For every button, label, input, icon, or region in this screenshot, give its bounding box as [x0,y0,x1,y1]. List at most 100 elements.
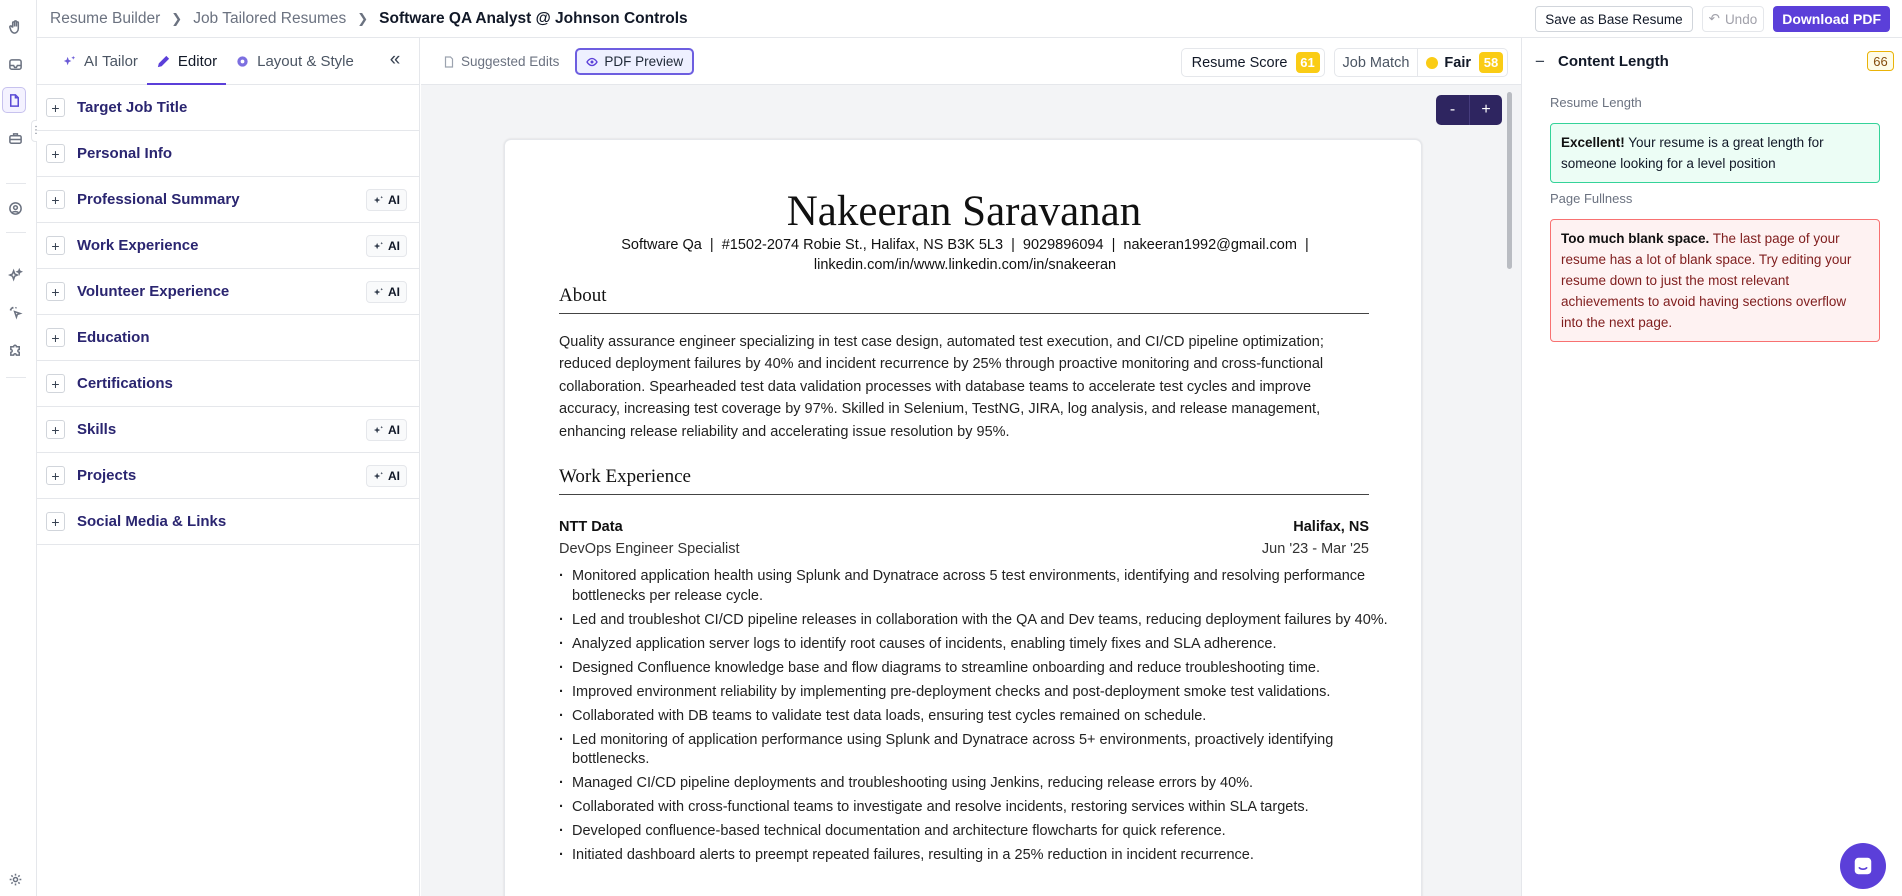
section-row[interactable]: + Target Job Title [37,85,419,131]
tab-suggested-edits[interactable]: Suggested Edits [433,48,569,75]
plus-icon[interactable]: + [46,466,65,485]
content-length-title: Content Length [1558,53,1669,70]
section-row[interactable]: + Professional Summary AI [37,177,419,223]
tab-layout-style[interactable]: Layout & Style [226,38,363,84]
job-subheader-row: DevOps Engineer Specialist Jun '23 - Mar… [559,541,1369,557]
work-heading: Work Experience [559,466,1369,495]
tab-label: Suggested Edits [461,54,560,69]
puzzle-icon[interactable] [4,338,26,360]
app-rail: ⋮ [0,0,41,896]
job-location: Halifax, NS [1293,519,1369,535]
undo-button[interactable]: ↶ Undo [1701,6,1765,32]
plus-icon[interactable]: + [46,144,65,163]
document-icon [444,55,454,68]
tab-editor[interactable]: Editor [146,38,227,85]
job-header-row: NTT Data Halifax, NS [559,519,1369,535]
card-title: Excellent! [1561,135,1625,150]
section-row[interactable]: + Skills AI [37,407,419,453]
plus-icon[interactable]: + [46,374,65,393]
contact-line: Software Qa | #1502-2074 Robie St., Hali… [621,237,1309,253]
status-dot [1426,56,1439,69]
tab-ai-tailor[interactable]: AI Tailor [53,38,147,84]
section-row[interactable]: + Social Media & Links [37,499,419,545]
pencil-icon [157,55,170,67]
content-length-panel: − Content Length 66 Resume Length Excell… [1521,38,1902,896]
undo-label: Undo [1724,11,1758,27]
resume-score-badge: 61 [1295,52,1320,73]
avatar-icon[interactable] [4,197,26,219]
job-match-score[interactable]: Job Match Fair 58 [1333,48,1508,77]
section-row[interactable]: + Volunteer Experience AI [37,269,419,315]
tab-pdf-preview[interactable]: PDF Preview [575,48,695,75]
job-match-label: Job Match [1343,49,1419,76]
plus-icon[interactable]: + [46,236,65,255]
tab-label: Layout & Style [257,52,354,70]
content-length-header[interactable]: − Content Length 66 [1522,38,1902,85]
section-list: + Target Job Title + Personal Info + Professi… [37,85,419,545]
about-heading: About [559,285,1369,314]
plus-icon[interactable]: + [46,420,65,439]
sparkle-icon [373,241,383,249]
ai-button[interactable]: AI [366,465,407,487]
breadcrumb-job-tailored[interactable]: Job Tailored Resumes [193,10,346,28]
section-label: Work Experience [77,237,199,254]
collapse-panel-icon[interactable]: « [385,50,405,71]
breadcrumb-resume-builder[interactable]: Resume Builder [50,10,160,28]
list-item: Designed Confluence knowledge base and f… [559,659,1389,679]
collapse-icon[interactable]: − [1535,52,1549,72]
job-company: NTT Data [559,519,623,535]
resume-score[interactable]: Resume Score 61 [1180,48,1325,77]
plus-icon[interactable]: + [46,512,65,531]
download-pdf-button[interactable]: Download PDF [1773,6,1890,32]
list-item: Managed CI/CD pipeline deployments and t… [559,774,1389,794]
ai-button[interactable]: AI [366,235,407,257]
editor-panel: AI Tailor Editor Layout & Style « + Targe… [37,38,420,896]
ai-label: AI [388,423,400,437]
hand-wave-icon[interactable] [4,15,26,37]
section-label: Projects [77,467,137,484]
section-row[interactable]: + Projects AI [37,453,419,499]
preview-scrollbar[interactable] [1507,92,1512,269]
section-row[interactable]: + Education [37,315,419,361]
plus-icon[interactable]: + [46,98,65,117]
chat-button[interactable] [1840,843,1886,889]
section-row[interactable]: + Work Experience AI [37,223,419,269]
section-label: Certifications [77,375,173,392]
undo-icon: ↶ [1708,11,1720,26]
plus-icon[interactable]: + [46,328,65,347]
about-text: Quality assurance engineer specializing … [559,334,1324,440]
list-item: Collaborated with DB teams to validate t… [559,707,1389,727]
section-row[interactable]: + Personal Info [37,131,419,177]
zoom-out-button[interactable]: - [1436,95,1469,125]
preview-area: Suggested Edits PDF Preview Resume Score… [421,38,1521,896]
list-item: Developed confluence-based technical doc… [559,822,1389,842]
click-pointer-icon[interactable] [4,301,26,323]
ai-button[interactable]: AI [366,189,407,211]
save-as-base-button[interactable]: Save as Base Resume [1535,6,1693,32]
sparkle-icon [373,195,383,203]
document-icon[interactable] [2,87,26,113]
chevron-right-icon: ❯ [357,11,369,26]
chevron-right-icon: ❯ [171,11,183,26]
ai-label: AI [388,469,400,483]
tab-label: PDF Preview [604,54,684,69]
briefcase-icon[interactable] [4,127,26,149]
plus-icon[interactable]: + [46,282,65,301]
ai-button[interactable]: AI [366,281,407,303]
sparkle-icon [373,471,383,479]
section-label: Education [77,329,150,346]
resume-page: Nakeeran Saravanan Software Qa | #1502-2… [504,139,1422,896]
inbox-icon[interactable] [4,53,26,75]
resume-length-card: Excellent! Your resume is a great length… [1550,123,1880,183]
list-item: Led monitoring of application performanc… [559,731,1389,770]
ai-label: AI [388,285,400,299]
section-row[interactable]: + Certifications [37,361,419,407]
sparkle-icon [373,287,383,295]
preview-toolbar: Suggested Edits PDF Preview Resume Score… [421,38,1521,85]
tab-label: AI Tailor [84,52,138,70]
plus-icon[interactable]: + [46,190,65,209]
settings-icon[interactable] [4,868,26,890]
sparkle-icon[interactable] [4,264,26,286]
ai-button[interactable]: AI [366,419,407,441]
zoom-in-button[interactable]: + [1469,95,1502,125]
